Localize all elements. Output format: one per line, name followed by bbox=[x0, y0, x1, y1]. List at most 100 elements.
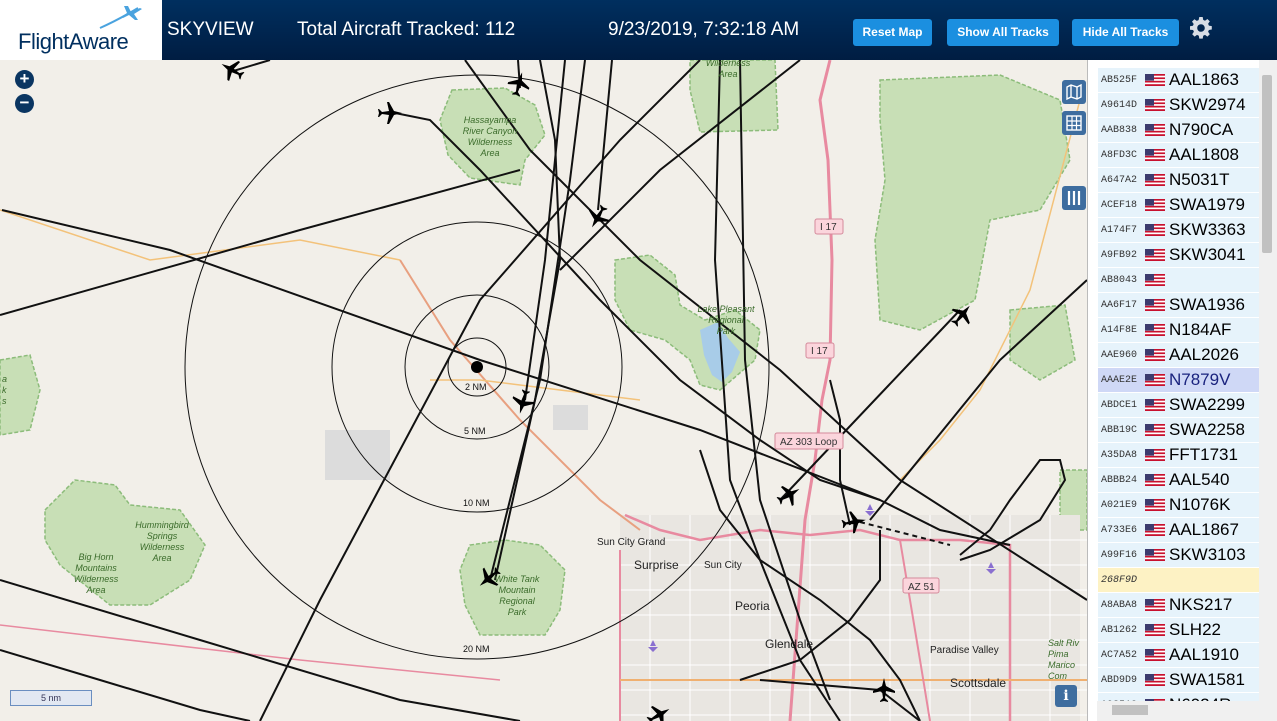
gear-icon[interactable] bbox=[1189, 16, 1213, 40]
us-flag-icon bbox=[1145, 599, 1165, 611]
aircraft-hex: A8ABA8 bbox=[1101, 600, 1138, 611]
aircraft-row[interactable]: A99F16 SKW3103 bbox=[1098, 543, 1262, 568]
aircraft-row[interactable]: 268F9D bbox=[1098, 568, 1262, 593]
aircraft-row[interactable]: ABDCE1 SWA2299 bbox=[1098, 393, 1262, 418]
aircraft-row[interactable]: AAE960 AAL2026 bbox=[1098, 343, 1262, 368]
zoom-out-button[interactable]: − bbox=[15, 94, 34, 113]
top-bar: FlightAware SKYVIEW Total Aircraft Track… bbox=[0, 0, 1277, 60]
map-layer-button[interactable] bbox=[1062, 80, 1086, 104]
us-flag-icon bbox=[1145, 674, 1165, 686]
aircraft-row[interactable]: A35DA8 FFT1731 bbox=[1098, 443, 1262, 468]
track-20 bbox=[829, 379, 851, 526]
aircraft-row[interactable]: A174F7 SKW3363 bbox=[1098, 218, 1262, 243]
us-flag-icon bbox=[1145, 324, 1165, 336]
aircraft-row[interactable]: AC7A52 AAL1910 bbox=[1098, 643, 1262, 668]
aircraft-callsign: AAL1910 bbox=[1169, 645, 1239, 664]
us-flag-icon bbox=[1145, 649, 1165, 661]
us-flag-icon bbox=[1145, 399, 1165, 411]
aircraft-row[interactable]: AB8043 bbox=[1098, 268, 1262, 293]
aircraft-row[interactable]: ABBB24 AAL540 bbox=[1098, 468, 1262, 493]
scrollbar-thumb[interactable] bbox=[1262, 75, 1272, 253]
aircraft-hex: AA6F17 bbox=[1101, 300, 1138, 311]
park-area-left bbox=[0, 354, 41, 436]
aircraft-callsign: SWA1936 bbox=[1169, 295, 1245, 314]
peoria-label: Peoria bbox=[735, 599, 770, 613]
show-all-tracks-button[interactable]: Show All Tracks bbox=[947, 19, 1059, 46]
aircraft-row[interactable]: AAB838 N790CA bbox=[1098, 118, 1262, 143]
receiver-location-marker bbox=[471, 361, 483, 373]
us-flag-icon bbox=[1145, 199, 1165, 211]
columns-icon bbox=[1067, 191, 1081, 205]
map-canvas[interactable]: 2 NM 5 NM 10 NM 20 NM I 17 I 17 AZ 303 L… bbox=[0, 60, 1087, 721]
aircraft-list-panel[interactable]: AB525F AAL1863 A9614D SKW2974 AAB838 N790CA A8… bbox=[1087, 60, 1277, 721]
aircraft-row[interactable]: A9FB92 SKW3041 bbox=[1098, 243, 1262, 268]
total-aircraft-tracked: Total Aircraft Tracked: 112 bbox=[297, 19, 516, 40]
aircraft-row[interactable]: A9614D SKW2974 bbox=[1098, 93, 1262, 118]
aircraft-row[interactable]: A021E9 N1076K bbox=[1098, 493, 1262, 518]
aircraft-hex: A35DA8 bbox=[1101, 450, 1138, 461]
us-flag-icon bbox=[1145, 224, 1165, 236]
aircraft-callsign: AAL1808 bbox=[1169, 145, 1239, 164]
aircraft-row[interactable]: A8FD3C AAL1808 bbox=[1098, 143, 1262, 168]
track-16 bbox=[0, 649, 251, 721]
aircraft-icon bbox=[221, 60, 245, 82]
us-flag-icon bbox=[1145, 349, 1165, 361]
aircraft-row[interactable]: A647A2 N5031T bbox=[1098, 168, 1262, 193]
aircraft-callsign: N184AF bbox=[1169, 320, 1232, 339]
info-icon[interactable]: i bbox=[1055, 685, 1077, 707]
aircraft-row[interactable]: AB525F AAL1863 bbox=[1098, 68, 1262, 93]
columns-toggle-button[interactable] bbox=[1062, 186, 1086, 210]
ring-label-5nm: 5 NM bbox=[464, 426, 486, 436]
aircraft-hex: ABD9D9 bbox=[1101, 675, 1138, 686]
i17-shield-label-a: I 17 bbox=[820, 222, 837, 233]
az303-shield-label: AZ 303 Loop bbox=[780, 437, 838, 448]
us-flag-icon bbox=[1145, 549, 1165, 561]
aircraft-row[interactable]: A733E6 AAL1867 bbox=[1098, 518, 1262, 543]
aircraft-hex: ACEF18 bbox=[1101, 200, 1138, 211]
aircraft-row[interactable]: ACEF18 SWA1979 bbox=[1098, 193, 1262, 218]
aircraft-hex: A99F16 bbox=[1101, 550, 1138, 561]
aircraft-hex: 268F9D bbox=[1101, 575, 1138, 586]
scottsdale-label: Scottsdale bbox=[950, 676, 1006, 690]
aircraft-row[interactable]: A14F8E N184AF bbox=[1098, 318, 1262, 343]
current-datetime: 9/23/2019, 7:32:18 AM bbox=[608, 19, 800, 40]
aircraft-callsign: N1076K bbox=[1169, 495, 1231, 514]
glendale-label: Glendale bbox=[765, 637, 813, 651]
aircraft-hex: A021E9 bbox=[1101, 500, 1138, 511]
aircraft-callsign: AAL1867 bbox=[1169, 520, 1239, 539]
track-2 bbox=[0, 169, 521, 316]
track-17 bbox=[779, 309, 961, 501]
aircraft-callsign: SKW3041 bbox=[1169, 245, 1246, 264]
us-flag-icon bbox=[1145, 299, 1165, 311]
aircraft-row[interactable]: A8ABA8 NKS217 bbox=[1098, 593, 1262, 618]
aircraft-hex: AAE960 bbox=[1101, 350, 1138, 361]
grid-toggle-button[interactable] bbox=[1062, 111, 1086, 135]
aircraft-hex: A9614D bbox=[1101, 100, 1138, 111]
aircraft-callsign: AAL2026 bbox=[1169, 345, 1239, 364]
flightaware-logo[interactable]: FlightAware bbox=[0, 0, 162, 60]
us-flag-icon bbox=[1145, 449, 1165, 461]
surprise-label: Surprise bbox=[634, 558, 679, 572]
hide-all-tracks-button[interactable]: Hide All Tracks bbox=[1072, 19, 1179, 46]
aircraft-row[interactable]: AA6F17 SWA1936 bbox=[1098, 293, 1262, 318]
aircraft-callsign: SKW2974 bbox=[1169, 95, 1246, 114]
aircraft-icon bbox=[378, 102, 402, 124]
aircraft-row[interactable]: AB1262 SLH22 bbox=[1098, 618, 1262, 643]
us-flag-icon bbox=[1145, 374, 1165, 386]
aircraft-hex: AAB838 bbox=[1101, 125, 1138, 136]
aircraft-callsign: N7879V bbox=[1169, 370, 1231, 389]
zoom-in-button[interactable]: + bbox=[15, 70, 34, 89]
aircraft-row[interactable]: AAAE2E N7879V bbox=[1098, 368, 1262, 393]
paradise-valley-label: Paradise Valley bbox=[930, 645, 999, 656]
horizontal-scrollbar-thumb[interactable] bbox=[1112, 705, 1148, 715]
ring-label-20nm: 20 NM bbox=[463, 644, 490, 654]
aircraft-callsign: NKS217 bbox=[1169, 595, 1233, 614]
aircraft-hex: ABB19C bbox=[1101, 425, 1138, 436]
us-flag-icon bbox=[1145, 624, 1165, 636]
aircraft-row[interactable]: ABD9D9 SWA1581 bbox=[1098, 668, 1262, 693]
reset-map-button[interactable]: Reset Map bbox=[853, 19, 932, 46]
aircraft-hex: A9FB92 bbox=[1101, 250, 1138, 261]
aircraft-hex: A174F7 bbox=[1101, 225, 1138, 236]
map-view[interactable]: 2 NM 5 NM 10 NM 20 NM I 17 I 17 AZ 303 L… bbox=[0, 60, 1087, 721]
aircraft-row[interactable]: ABB19C SWA2258 bbox=[1098, 418, 1262, 443]
